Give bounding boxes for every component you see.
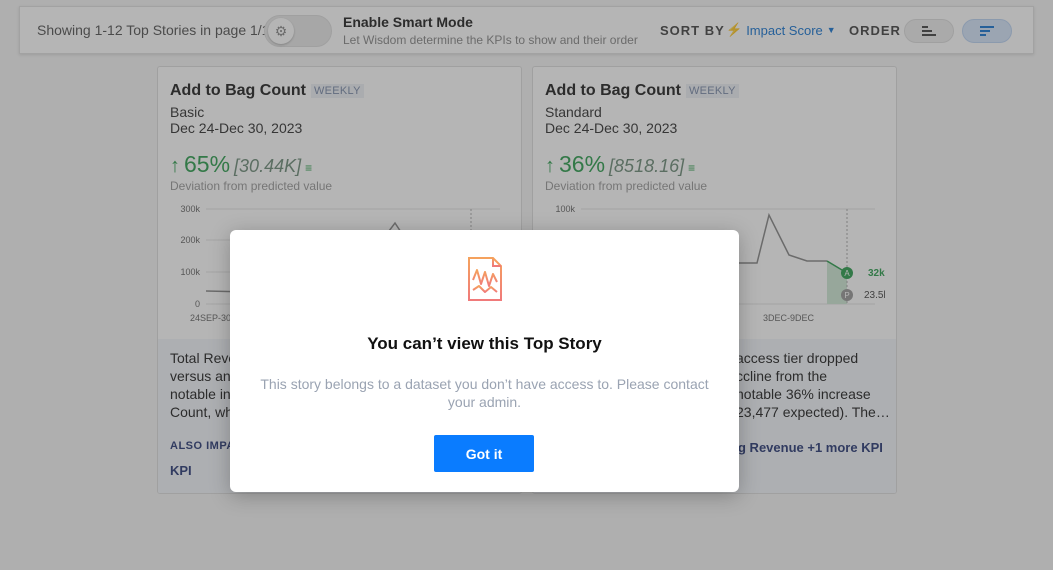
got-it-button[interactable]: Got it: [434, 435, 534, 472]
dialog-title: You can’t view this Top Story: [367, 334, 602, 353]
dialog-message: This story belongs to a dataset you don’…: [260, 376, 709, 410]
restricted-story-icon: [468, 257, 502, 301]
access-denied-dialog: You can’t view this Top Story This story…: [230, 230, 739, 492]
